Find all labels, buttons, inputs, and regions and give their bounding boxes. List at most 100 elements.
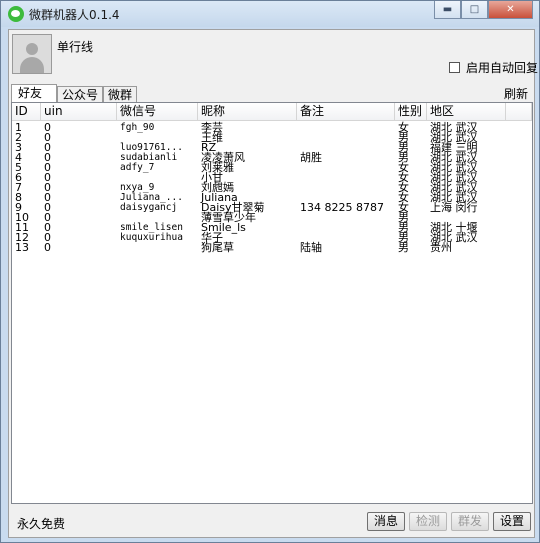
cell-region: 上海 闵行: [430, 201, 478, 214]
close-button[interactable]: ✕: [488, 1, 533, 19]
cell-region: 湖北 武汉: [430, 191, 478, 204]
cell-gender: 男: [398, 211, 409, 224]
tab-official-accounts[interactable]: 公众号: [57, 86, 104, 103]
footer-text: 永久免费: [17, 517, 66, 531]
app-window: 微群机器人0.1.4 ▬ □ ✕ 单行线 启用自动回复 好友 公众号 微群 刷新…: [0, 0, 540, 543]
table-row[interactable]: 9 0 daisygancj Daisy甘翠菊 134 8225 8787 女 上海 闵行: [12, 201, 532, 214]
autoreply-checkbox[interactable]: [449, 62, 460, 73]
cell-nickname: 小甘: [201, 171, 223, 184]
message-button[interactable]: 消息: [366, 512, 405, 531]
cell-nickname: 李芸: [201, 121, 223, 134]
title-bar: 微群机器人0.1.4 ▬ □ ✕: [1, 1, 539, 27]
table-row[interactable]: 2 0 王维 男 湖北 武汉: [12, 131, 532, 144]
check-button[interactable]: 检测: [408, 512, 447, 531]
autoreply-label: 启用自动回复: [466, 61, 539, 75]
cell-gender: 男: [398, 241, 409, 254]
cell-gender: 女: [398, 191, 409, 204]
column-header-extra: [506, 103, 532, 120]
cell-uin: 0: [44, 201, 51, 214]
settings-button[interactable]: 设置: [492, 512, 531, 531]
cell-wechat-id: [117, 171, 198, 181]
cell-remark: [297, 171, 395, 181]
table-body: 1 0 fgh_90 李芸女湖北 武汉 2 0 王维男湖北 武汉 3 0 luo91761... R…: [12, 121, 532, 254]
cell-gender: 男: [398, 221, 409, 234]
table-row[interactable]: 8 0 Juliana_... Juliana 女 湖北 武汉: [12, 191, 532, 204]
cell-id: 3: [15, 141, 22, 154]
maximize-button[interactable]: □: [461, 1, 488, 19]
column-header-wechat-id[interactable]: 微信号: [117, 103, 198, 120]
cell-wechat-id: [117, 241, 198, 251]
cell-gender: 女: [398, 121, 409, 134]
table-header: ID uin 微信号 昵称 备注 性别 地区: [12, 103, 532, 121]
wechat-icon: [8, 6, 24, 22]
table-row[interactable]: 7 0 nxya_9 刘甝嫣 女 湖北 武汉: [12, 181, 532, 194]
cell-wechat-id: Juliana_...: [120, 192, 183, 203]
table-row[interactable]: 5 0 adfy_7 刘莱雅 女 湖北 武汉: [12, 161, 532, 174]
autoreply-toggle[interactable]: 启用自动回复: [449, 59, 538, 76]
cell-gender: 女: [398, 161, 409, 174]
cell-region: 福建 三明: [430, 141, 478, 154]
window-title: 微群机器人0.1.4: [29, 8, 120, 22]
cell-region: 湖北 武汉: [430, 231, 478, 244]
username: 单行线: [57, 40, 94, 54]
cell-wechat-id: smile_lisen: [120, 222, 183, 233]
column-header-nickname[interactable]: 昵称: [198, 103, 297, 120]
cell-remark: [297, 121, 395, 131]
cell-id: 7: [15, 181, 22, 194]
cell-gender: 男: [398, 131, 409, 144]
cell-uin: 0: [44, 241, 51, 254]
broadcast-button[interactable]: 群发: [450, 512, 489, 531]
column-header-id[interactable]: ID: [12, 103, 41, 120]
cell-id: 13: [15, 241, 29, 254]
cell-nickname: 王维: [201, 131, 223, 144]
cell-nickname: 华子: [201, 231, 223, 244]
refresh-link[interactable]: 刷新: [504, 85, 528, 102]
cell-remark: [297, 211, 395, 221]
cell-wechat-id: fgh_90: [120, 122, 155, 133]
column-header-remark[interactable]: 备注: [297, 103, 395, 120]
cell-id: 12: [15, 231, 29, 244]
avatar: [12, 34, 52, 74]
cell-wechat-id: daisygancj: [120, 202, 178, 213]
column-header-uin[interactable]: uin: [41, 103, 117, 120]
cell-remark: [297, 231, 395, 241]
table-row[interactable]: 10 0 薄雪草少年 男: [12, 211, 532, 224]
cell-wechat-id: luo91761...: [120, 142, 183, 153]
table-row[interactable]: 12 0 kuquxurihua 华子 男 湖北 武汉: [12, 231, 532, 244]
cell-wechat-id: kuquxurihua: [120, 232, 183, 243]
cell-gender: 男: [398, 141, 409, 154]
tab-friends[interactable]: 好友: [11, 84, 58, 103]
cell-remark: 胡胜: [300, 151, 322, 164]
table-row[interactable]: 1 0 fgh_90 李芸 女 湖北 武汉: [12, 121, 532, 134]
cell-uin: 0: [44, 191, 51, 204]
cell-uin: 0: [44, 121, 51, 134]
column-header-gender[interactable]: 性别: [395, 103, 427, 120]
table-row[interactable]: 13 0 狗尾草 陆轴 男 贵州: [12, 241, 532, 254]
cell-id: 4: [15, 151, 22, 164]
cell-wechat-id: sudabianli: [120, 152, 178, 163]
cell-region: 湖北 十堰: [430, 221, 478, 234]
tab-groups[interactable]: 微群: [103, 86, 138, 103]
cell-region: 湖北 武汉: [430, 151, 478, 164]
tab-bar: 好友 公众号 微群: [11, 84, 138, 103]
contacts-table: ID uin 微信号 昵称 备注 性别 地区 1 0 fgh_90 李芸女湖北 武汉 2…: [11, 102, 533, 504]
avatar-body-icon: [20, 57, 44, 73]
cell-id: 1: [15, 121, 22, 134]
table-row[interactable]: 4 0 sudabianli 凌凌萧风 胡胜 男 湖北 武汉: [12, 151, 532, 164]
cell-region: [427, 211, 506, 221]
table-row[interactable]: 6 0 小甘 女 湖北 武汉: [12, 171, 532, 184]
cell-uin: 0: [44, 141, 51, 154]
cell-uin: 0: [44, 161, 51, 174]
cell-region: 湖北 武汉: [430, 181, 478, 194]
cell-remark: [297, 161, 395, 171]
minimize-button[interactable]: ▬: [434, 1, 461, 19]
table-row[interactable]: 3 0 luo91761... RZ 男 福建 三明: [12, 141, 532, 154]
column-header-region[interactable]: 地区: [427, 103, 506, 120]
cell-gender: 男: [398, 151, 409, 164]
cell-id: 9: [15, 201, 22, 214]
cell-uin: 0: [44, 131, 51, 144]
cell-nickname: Juliana: [201, 191, 238, 204]
cell-id: 5: [15, 161, 22, 174]
table-row[interactable]: 11 0 smile_lisen Smile_ls 男 湖北 十堰: [12, 221, 532, 234]
cell-gender: 男: [398, 231, 409, 244]
